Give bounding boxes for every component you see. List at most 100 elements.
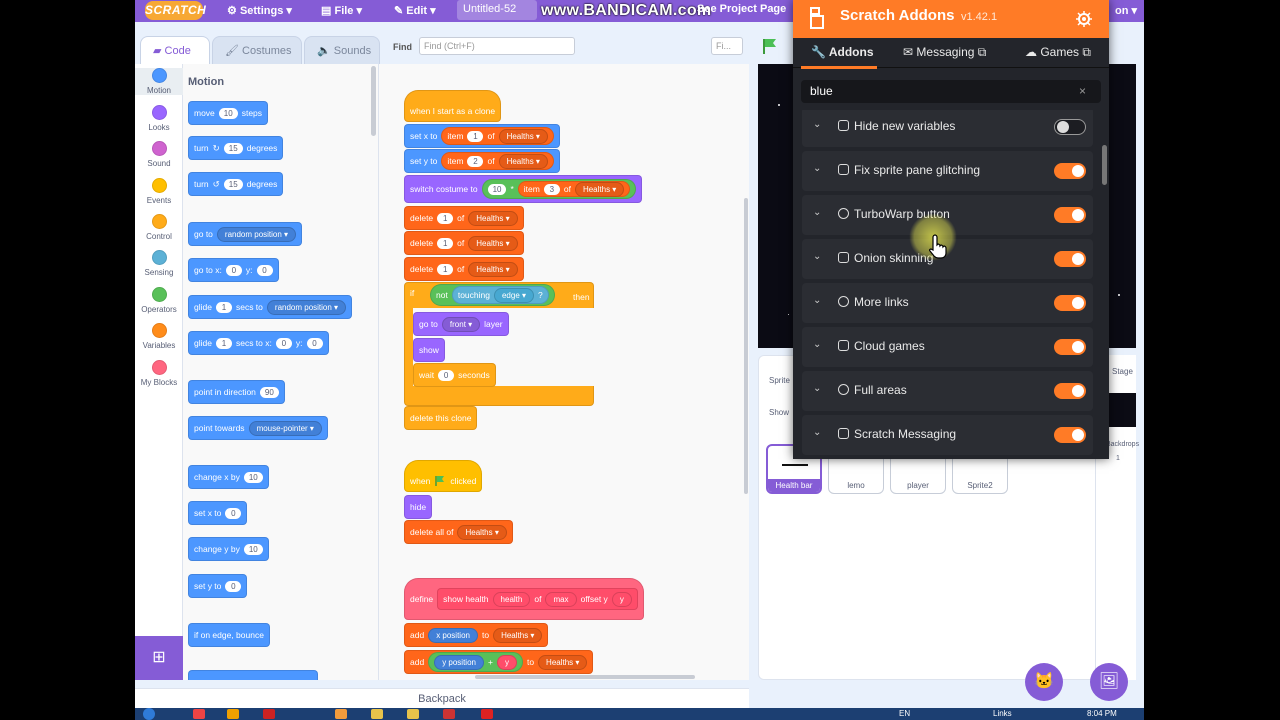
tab-costumes[interactable]: 🖌 Costumes [212,36,302,64]
choose-backdrop-button[interactable]: 🖼 [1090,663,1128,701]
settings-menu[interactable]: ⚙ Settings ▾ [227,4,292,17]
block-input[interactable]: 15 [223,142,243,154]
custom-block-prototype[interactable]: show health health of max offset yy [437,588,638,610]
block-delete-item[interactable]: delete 1 of Healths ▾ [404,257,524,281]
list-dropdown[interactable]: Healths ▾ [493,627,543,643]
links-toolbar[interactable]: Links [993,709,1012,718]
block-input[interactable]: 10 [218,107,238,119]
block-delete-all[interactable]: delete all of Healths ▾ [404,520,513,544]
hat-when-clone[interactable]: when I start as a clone [404,90,502,122]
tab-sounds[interactable]: 🔈 Sounds [304,36,380,64]
taskbar-app-icon[interactable] [263,709,275,719]
block-input[interactable]: 3 [543,183,560,195]
palette-block-point-towards[interactable]: point towards mouse-pointer ▾ [188,416,328,440]
block-delete-item[interactable]: delete 1 of Healths ▾ [404,231,524,255]
script-area[interactable]: when I start as a clone set x to item 1 of H… [379,64,749,680]
list-dropdown[interactable]: Healths ▾ [468,261,518,277]
block-input[interactable]: 0 [275,337,292,349]
palette-scrollbar[interactable] [371,66,376,136]
reporter-item[interactable]: item 2 of Healths ▾ [441,152,554,170]
block-wait[interactable]: wait 0 seconds [413,363,496,387]
palette-block-glide-xy[interactable]: glide 1 secs to x: 0 y: 0 [188,331,329,355]
argument-max[interactable]: max [545,591,577,607]
palette-block-move[interactable]: move 10 steps [188,101,269,125]
list-dropdown[interactable]: Healths ▾ [498,128,548,144]
argument-y[interactable]: y [611,591,632,607]
scratch-logo[interactable]: SCRATCH [145,1,206,20]
block-input[interactable]: 1 [437,212,454,224]
clear-search-icon[interactable]: × [1079,84,1086,98]
script-scrollbar-vertical[interactable] [744,198,748,494]
block-input[interactable]: 1 [467,130,484,142]
palette-block-change-y[interactable]: change y by 10 [188,537,269,561]
addon-toggle[interactable] [1054,427,1086,443]
category-operators[interactable]: Operators [135,287,183,314]
addons-scrollbar[interactable] [1102,145,1107,185]
palette-block-glide[interactable]: glide 1 secs to random position ▾ [188,295,353,319]
touching-dropdown[interactable]: edge ▾ [493,287,535,303]
hat-define-show-health[interactable]: define show health health of max offset yy [404,578,644,620]
category-my-blocks[interactable]: My Blocks [135,360,183,387]
addon-toggle[interactable] [1054,119,1086,135]
addon-toggle[interactable] [1054,207,1086,223]
reporter-multiply[interactable]: 10 * item 3 of Healths ▾ [481,179,637,199]
layer-dropdown[interactable]: front ▾ [441,316,481,332]
palette-block-go-to-xy[interactable]: go to x: 0 y: 0 [188,258,279,282]
green-flag-icon[interactable] [761,37,779,55]
backpack-bar[interactable]: Backpack [135,688,749,708]
palette-block-point-direction[interactable]: point in direction 90 [188,380,285,404]
taskbar-clock[interactable]: 8:04 PM [1087,709,1117,718]
chevron-down-icon[interactable]: ⌄ [813,383,821,394]
addons-search-input[interactable]: blue [801,80,1101,103]
taskbar-app-icon[interactable] [193,709,205,719]
block-input[interactable]: 10 [243,543,263,555]
block-add-to-list[interactable]: add x position to Healths ▾ [404,623,549,647]
block-hide[interactable]: hide [404,495,433,519]
category-sensing[interactable]: Sensing [135,250,183,277]
category-sound[interactable]: Sound [135,141,183,168]
choose-sprite-button[interactable]: 🐱 [1025,663,1063,701]
addon-row[interactable]: ⌄ Hide new variables [802,110,1093,147]
list-dropdown[interactable]: Healths ▾ [498,153,548,169]
taskbar-app-icon[interactable] [371,709,383,719]
block-set-y[interactable]: set y to item 2 of Healths ▾ [404,149,560,173]
palette-block-go-to[interactable]: go to random position ▾ [188,222,303,246]
addon-row[interactable]: ⌄ Cloud games [802,327,1093,367]
taskbar-app-icon[interactable] [227,709,239,719]
block-input[interactable]: 15 [223,178,243,190]
block-delete-clone[interactable]: delete this clone [404,406,478,430]
chevron-down-icon[interactable]: ⌄ [813,207,821,218]
addon-toggle[interactable] [1054,163,1086,179]
nav-addons[interactable]: 🔧 Addons [811,45,874,59]
category-control[interactable]: Control [135,214,183,241]
palette-block-partial[interactable] [188,670,318,680]
nav-messaging[interactable]: ✉ Messaging ⧉ [903,45,986,60]
addon-toggle[interactable] [1054,295,1086,311]
addon-row[interactable]: ⌄ More links [802,283,1093,323]
block-input[interactable]: 0 [225,580,242,592]
chevron-down-icon[interactable]: ⌄ [813,339,821,350]
find-input-secondary[interactable]: Fi... [711,37,743,55]
reporter-item[interactable]: item 1 of Healths ▾ [441,127,554,145]
account-menu[interactable]: on ▾ [1115,4,1137,17]
list-dropdown[interactable]: Healths ▾ [468,210,518,226]
reporter-y-position[interactable]: y position [434,654,484,670]
block-dropdown[interactable]: random position ▾ [266,299,347,315]
block-add-to-list[interactable]: add y position + y to Healths ▾ [404,650,594,674]
category-motion[interactable]: Motion [135,68,183,95]
hat-when-flag-clicked[interactable]: when clicked [404,460,483,492]
block-go-to-layer[interactable]: go to front ▾ layer [413,312,509,336]
block-show[interactable]: show [413,338,445,362]
reporter-x-position[interactable]: x position [428,627,478,643]
chevron-down-icon[interactable]: ⌄ [813,119,821,130]
palette-block-turn-right[interactable]: turn ↻ 15 degrees [188,136,284,160]
palette-block-bounce[interactable]: if on edge, bounce [188,623,270,647]
block-input[interactable]: 1 [215,301,232,313]
script-scrollbar-horizontal[interactable] [475,675,695,679]
taskbar-app-icon[interactable] [443,709,455,719]
addon-row[interactable]: ⌄ Fix sprite pane glitching [802,151,1093,191]
addon-toggle[interactable] [1054,251,1086,267]
gear-icon[interactable] [1075,10,1093,28]
language-indicator[interactable]: EN [899,709,910,718]
reporter-touching[interactable]: touching edge ▾? [451,286,549,304]
